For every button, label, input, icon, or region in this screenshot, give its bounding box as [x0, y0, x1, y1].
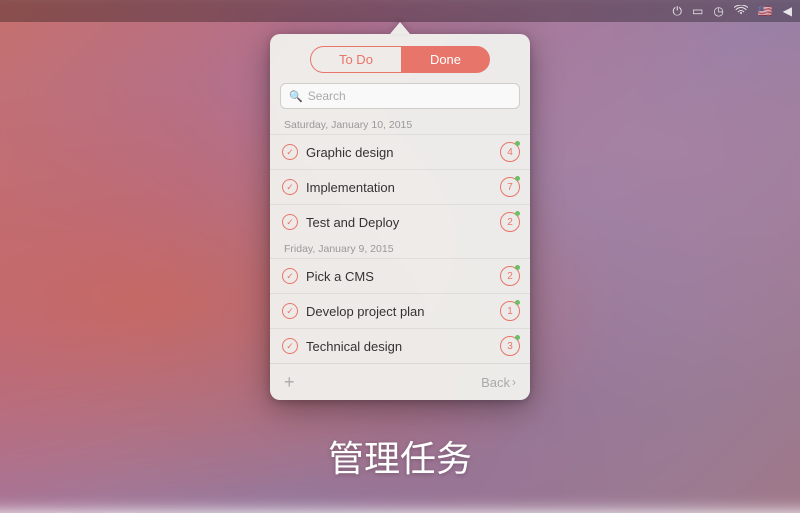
tab-done[interactable]: Done: [401, 46, 490, 73]
popup-footer: + Back ›: [270, 363, 530, 400]
task-name: Develop project plan: [306, 304, 492, 319]
menubar-clock-icon: ◷: [713, 4, 723, 18]
badge-dot: [515, 300, 520, 305]
search-row: 🔍 Search: [270, 83, 530, 115]
task-badge: 7: [500, 177, 520, 197]
task-check-icon: ✓: [282, 268, 298, 284]
popup-card: To Do Done 🔍 Search Saturday, January 10…: [270, 34, 530, 400]
menubar-display-icon: ▭: [692, 4, 703, 18]
task-name: Graphic design: [306, 145, 492, 160]
back-button[interactable]: Back ›: [481, 375, 516, 390]
search-icon: 🔍: [289, 90, 303, 103]
list-item[interactable]: ✓ Implementation 7: [270, 169, 530, 204]
task-group-1: Saturday, January 10, 2015 ✓ Graphic des…: [270, 115, 530, 239]
add-button[interactable]: +: [284, 373, 295, 391]
menubar-power-icon: ⏻: [672, 4, 682, 19]
task-badge: 2: [500, 212, 520, 232]
task-badge: 1: [500, 301, 520, 321]
menubar-flag-icon: 🇺🇸: [758, 4, 773, 18]
list-item[interactable]: ✓ Develop project plan 1: [270, 293, 530, 328]
date-header-2: Friday, January 9, 2015: [270, 239, 530, 258]
menubar-audio-icon: ◀: [783, 4, 792, 18]
task-check-icon: ✓: [282, 214, 298, 230]
task-badge: 2: [500, 266, 520, 286]
tab-todo[interactable]: To Do: [310, 46, 401, 73]
search-placeholder-text: Search: [308, 89, 346, 103]
task-check-icon: ✓: [282, 303, 298, 319]
chevron-right-icon: ›: [512, 375, 516, 389]
tabs-row: To Do Done: [270, 34, 530, 83]
popup-arrow: [390, 22, 410, 34]
list-item[interactable]: ✓ Graphic design 4: [270, 134, 530, 169]
task-check-icon: ✓: [282, 179, 298, 195]
task-name: Test and Deploy: [306, 215, 492, 230]
list-item[interactable]: ✓ Pick a CMS 2: [270, 258, 530, 293]
badge-dot: [515, 141, 520, 146]
badge-dot: [515, 176, 520, 181]
task-badge: 4: [500, 142, 520, 162]
badge-dot: [515, 335, 520, 340]
task-badge: 3: [500, 336, 520, 356]
search-box[interactable]: 🔍 Search: [280, 83, 520, 109]
list-item[interactable]: ✓ Test and Deploy 2: [270, 204, 530, 239]
badge-dot: [515, 211, 520, 216]
task-name: Implementation: [306, 180, 492, 195]
menu-bar: ⏻ ▭ ◷ 🇺🇸 ◀: [0, 0, 800, 22]
task-group-2: Friday, January 9, 2015 ✓ Pick a CMS 2 ✓…: [270, 239, 530, 363]
task-name: Pick a CMS: [306, 269, 492, 284]
date-header-1: Saturday, January 10, 2015: [270, 115, 530, 134]
task-check-icon: ✓: [282, 144, 298, 160]
list-item[interactable]: ✓ Technical design 3: [270, 328, 530, 363]
badge-dot: [515, 265, 520, 270]
bottom-label: 管理任务: [0, 430, 800, 482]
task-check-icon: ✓: [282, 338, 298, 354]
back-label: Back: [481, 375, 510, 390]
task-name: Technical design: [306, 339, 492, 354]
menubar-wifi-icon: [734, 4, 748, 18]
